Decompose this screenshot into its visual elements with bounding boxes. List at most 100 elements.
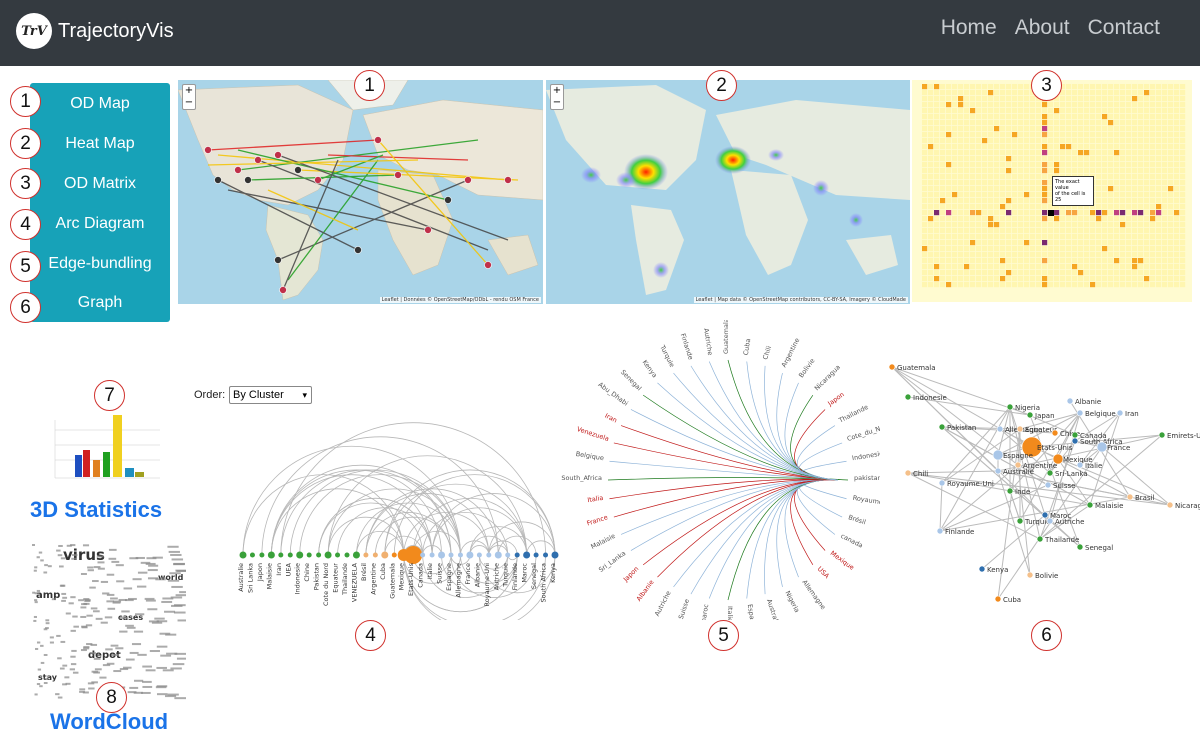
arc-node-label: Iran (275, 563, 283, 576)
od-map-svg[interactable] (178, 80, 543, 304)
brand-name[interactable]: TrajectoryVis (58, 20, 174, 43)
matrix-cell (1018, 162, 1024, 168)
matrix-cell (958, 132, 964, 138)
zoom-out-button[interactable]: − (551, 97, 563, 109)
nav-home-link[interactable]: Home (941, 16, 997, 40)
bundle-label: Brésil (847, 513, 867, 526)
matrix-cell (1174, 108, 1180, 114)
matrix-cell (940, 156, 946, 162)
matrix-cell (1048, 276, 1054, 282)
matrix-cell (952, 156, 958, 162)
matrix-cell (1030, 132, 1036, 138)
matrix-cell (988, 180, 994, 186)
zoom-in-button[interactable]: + (551, 85, 563, 97)
menu-item-arc-diagram[interactable]: Arc Diagram (30, 209, 170, 239)
matrix-cell (982, 144, 988, 150)
matrix-cell (1078, 96, 1084, 102)
stats-3d-link[interactable]: 3D Statistics (30, 497, 162, 523)
matrix-cell (1018, 186, 1024, 192)
graph-node-label: Nigeria (1015, 404, 1040, 412)
matrix-cell (1090, 282, 1096, 288)
matrix-cell (946, 264, 952, 270)
od-matrix-panel[interactable]: The exact value of the cell is 25 (912, 80, 1192, 302)
matrix-cell (1084, 240, 1090, 246)
edge-bundling-panel[interactable]: Guatemala Cuba Chili Argentine Bolivie Nicara… (558, 320, 880, 620)
nav-about-link[interactable]: About (1015, 16, 1070, 40)
heat-map-zoom-control[interactable]: + − (550, 84, 564, 110)
menu-item-edge-bundling[interactable]: Edge-bundling (30, 249, 170, 279)
matrix-cell (988, 234, 994, 240)
wordcloud-mark (129, 651, 139, 654)
matrix-cell (1030, 258, 1036, 264)
matrix-cell (1126, 84, 1132, 90)
matrix-cell (1096, 240, 1102, 246)
arc-node-label: Senegal (530, 563, 538, 589)
menu-item-od-matrix[interactable]: OD Matrix (30, 169, 170, 199)
wordcloud-mark (164, 610, 176, 613)
matrix-cell (946, 240, 952, 246)
menu-item-graph[interactable]: Graph (30, 288, 170, 318)
heat-map-panel[interactable]: + − Leaflet | Map data © OpenStreetMap c… (546, 80, 910, 304)
matrix-cell (982, 174, 988, 180)
arc-diagram-panel[interactable]: Australie Sri Lanka Japon Malaisie Iran UEA In… (225, 410, 570, 620)
matrix-cell (1012, 222, 1018, 228)
nav-contact-link[interactable]: Contact (1088, 16, 1160, 40)
wordcloud-mark (83, 646, 90, 649)
heat-map-svg[interactable] (546, 80, 910, 304)
matrix-cell (940, 222, 946, 228)
edge-bundling-svg[interactable]: Guatemala Cuba Chili ArgentineBolivieNicara… (558, 320, 880, 620)
matrix-cell (988, 276, 994, 282)
matrix-cell (1108, 168, 1114, 174)
matrix-cell (1036, 246, 1042, 252)
graph-panel[interactable]: Guatemala Indonesie Pakistan Nigeria Albanie… (880, 355, 1200, 620)
matrix-cell (1156, 276, 1162, 282)
menu-item-heat-map[interactable]: Heat Map (30, 129, 170, 159)
od-map-panel[interactable]: + − Leaflet | Données © OpenStreetMap/OD… (178, 80, 543, 304)
matrix-cell (1096, 108, 1102, 114)
wordcloud-link[interactable]: WordCloud (50, 709, 168, 735)
matrix-cell (976, 282, 982, 288)
wordcloud-thumbnail[interactable]: virus amp depot world cases stay (28, 540, 186, 705)
matrix-cell (1036, 150, 1042, 156)
wordcloud-mark (36, 589, 41, 592)
graph-svg[interactable]: GuatemalaIndonesiePakistanNigeriaAlbanie… (880, 355, 1200, 620)
brand-logo[interactable]: TrV (16, 13, 52, 49)
bundle-label: pakistan (854, 474, 880, 482)
zoom-out-button[interactable]: − (183, 97, 195, 109)
matrix-cell (1150, 258, 1156, 264)
matrix-cell (1090, 102, 1096, 108)
matrix-cell (970, 108, 976, 114)
matrix-cell (1156, 126, 1162, 132)
od-map-zoom-control[interactable]: + − (182, 84, 196, 110)
order-select[interactable]: By Cluster ▾ (229, 386, 312, 404)
stats-3d-thumbnail[interactable] (45, 410, 170, 488)
matrix-cell (1180, 108, 1186, 114)
matrix-cell (988, 108, 994, 114)
nav-links: Home About Contact (941, 16, 1160, 40)
zoom-in-button[interactable]: + (183, 85, 195, 97)
matrix-cell (1132, 90, 1138, 96)
matrix-cell (976, 132, 982, 138)
matrix-cell (1150, 252, 1156, 258)
menu-number-1: 1 (10, 86, 41, 117)
graph-node (994, 595, 1002, 603)
matrix-cell (1006, 192, 1012, 198)
matrix-cell (1132, 198, 1138, 204)
matrix-cell (1156, 216, 1162, 222)
matrix-cell (976, 138, 982, 144)
menu-item-od-map[interactable]: OD Map (30, 89, 170, 119)
matrix-cell (994, 198, 1000, 204)
matrix-cell (1162, 258, 1168, 264)
matrix-cell (1060, 132, 1066, 138)
arc-node (372, 552, 378, 558)
matrix-cell (1084, 234, 1090, 240)
matrix-cell (940, 84, 946, 90)
matrix-cell (1006, 186, 1012, 192)
matrix-cell (1156, 198, 1162, 204)
matrix-cell (1114, 102, 1120, 108)
matrix-cell (994, 174, 1000, 180)
wordcloud-mark (33, 619, 37, 622)
matrix-cell (1084, 132, 1090, 138)
arc-diagram-svg[interactable]: Australie Sri Lanka Japon Malaisie Iran UEA In… (225, 410, 570, 620)
matrix-cell (1096, 216, 1102, 222)
